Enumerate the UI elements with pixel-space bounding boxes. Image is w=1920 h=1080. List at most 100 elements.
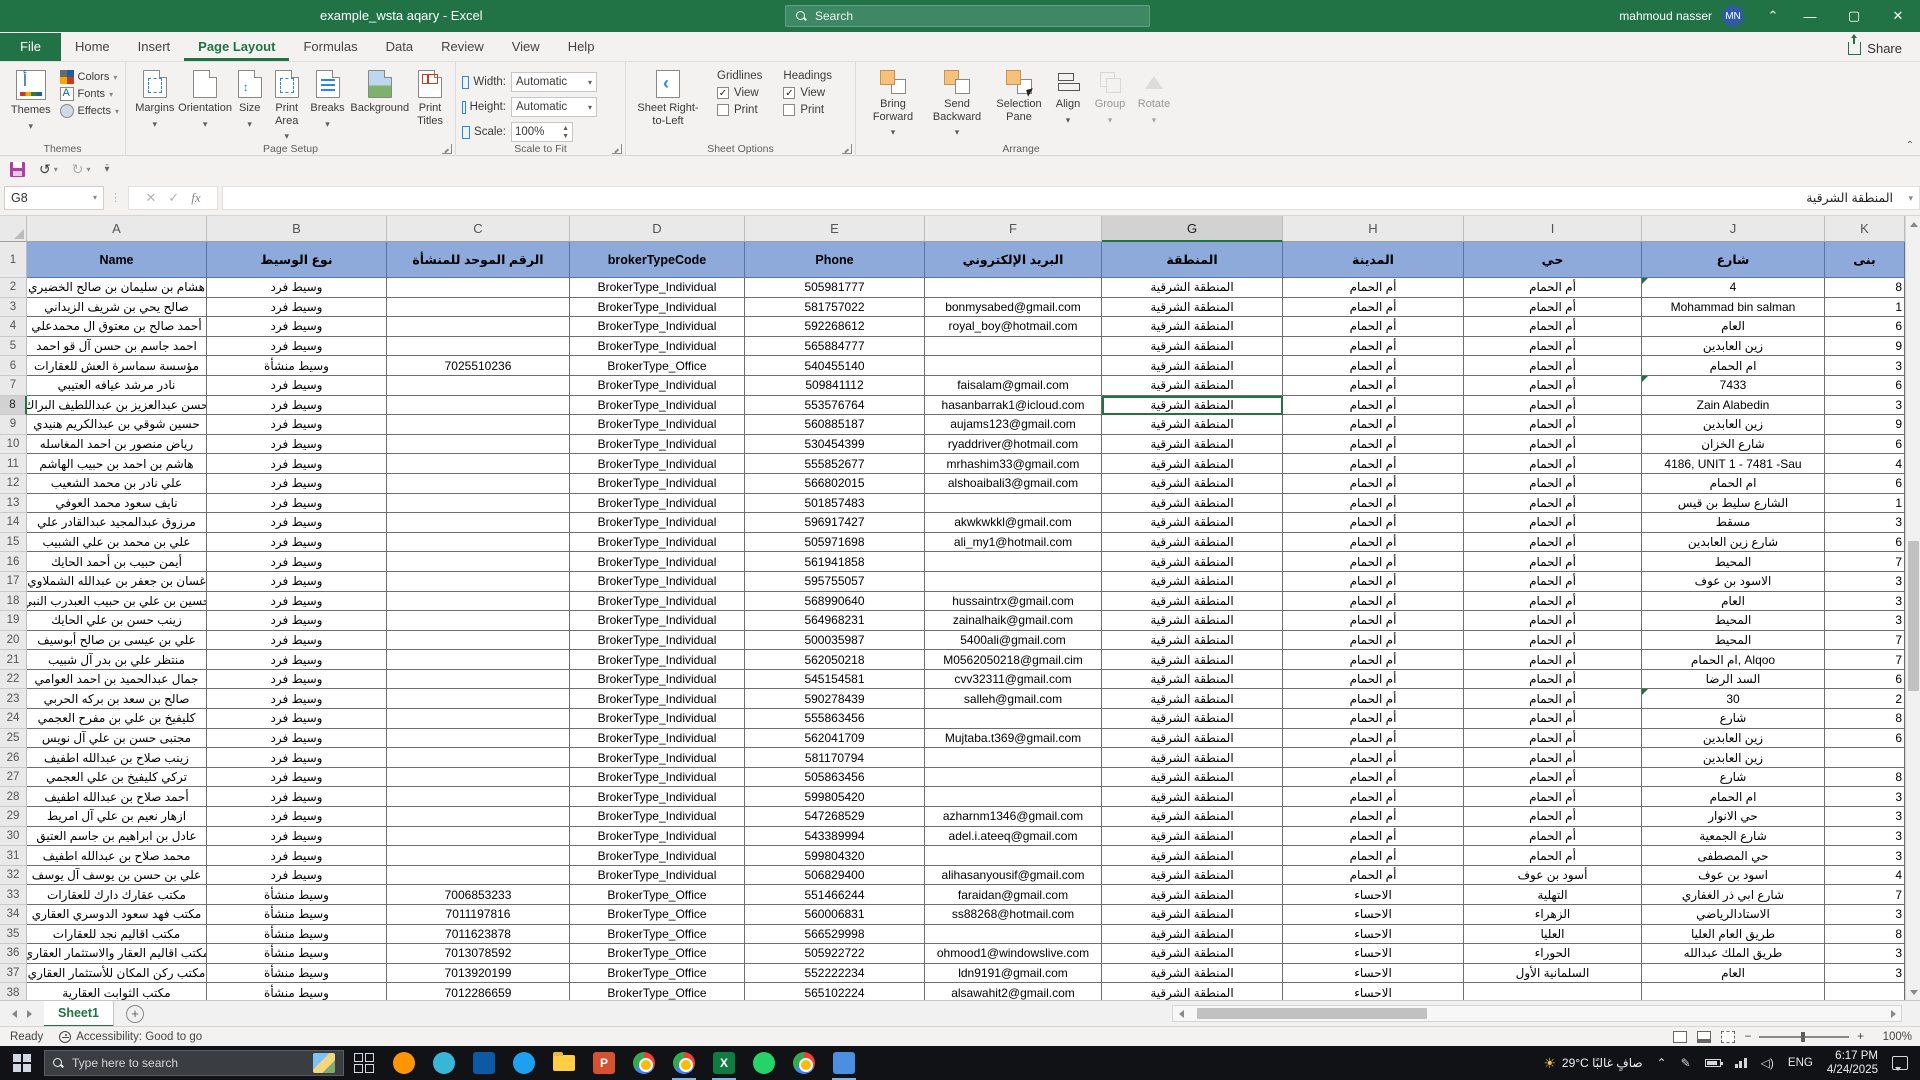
cell-F29[interactable]: azharnm1346@gmail.com (925, 807, 1102, 827)
cell-G13[interactable]: المنطقة الشرقية (1102, 494, 1283, 514)
cell-J21[interactable]: ام الحمام, Alqoo (1642, 650, 1825, 670)
cell-E18[interactable]: 568990640 (745, 592, 925, 612)
cell-H34[interactable]: الاحساء (1283, 905, 1464, 925)
cell-I34[interactable]: الزهراء (1464, 905, 1642, 925)
row-header-4[interactable]: 4 (0, 317, 27, 337)
user-name[interactable]: mahmoud nasser (1619, 9, 1712, 23)
cell-G36[interactable]: المنطقة الشرقية (1102, 944, 1283, 964)
cell-H17[interactable]: أم الحمام (1283, 572, 1464, 592)
cell-A17[interactable]: غسان بن جعفر بن عبدالله الشملاوي (27, 572, 207, 592)
cell-I13[interactable]: أم الحمام (1464, 494, 1642, 514)
cell-F27[interactable] (925, 768, 1102, 788)
title-search-box[interactable]: Search (785, 5, 1150, 27)
cell-C30[interactable] (387, 827, 570, 847)
tab-file[interactable]: File (0, 33, 61, 61)
cell-H3[interactable]: أم الحمام (1283, 298, 1464, 318)
tab-view[interactable]: View (498, 33, 554, 61)
cell-C5[interactable] (387, 337, 570, 357)
cell-A24[interactable]: كليفيخ بن علي بن مفرح العجمي (27, 709, 207, 729)
cell-E17[interactable]: 595755057 (745, 572, 925, 592)
cell-D2[interactable]: BrokerType_Individual (570, 278, 745, 298)
cell-I26[interactable]: أم الحمام (1464, 748, 1642, 768)
orientation-button[interactable]: Orientation▾ (178, 66, 233, 129)
cell-H15[interactable]: أم الحمام (1283, 533, 1464, 553)
cell-H28[interactable]: أم الحمام (1283, 787, 1464, 807)
cell-A11[interactable]: هاشم بن احمد بن حبيب الهاشم (27, 454, 207, 474)
cell-D10[interactable]: BrokerType_Individual (570, 435, 745, 455)
vertical-scrollbar-thumb[interactable] (1908, 541, 1919, 691)
cell-E24[interactable]: 555863456 (745, 709, 925, 729)
tab-review[interactable]: Review (427, 33, 498, 61)
whatsapp-icon[interactable] (744, 1046, 784, 1080)
rotate-button[interactable]: Rotate▾ (1132, 66, 1176, 125)
cell-B14[interactable]: وسيط فرد (207, 513, 387, 533)
cell-E9[interactable]: 560885187 (745, 415, 925, 435)
cell-A6[interactable]: مؤسسة سماسرة العش للعقارات (27, 356, 207, 376)
zoom-out-icon[interactable]: − (1745, 1031, 1752, 1043)
cell-H33[interactable]: الاحساء (1283, 885, 1464, 905)
cell-A20[interactable]: علي بن عيسى بن صالح أبوسيف (27, 631, 207, 651)
print-area-button[interactable]: Print Area▾ (267, 66, 307, 142)
cell-F26[interactable] (925, 748, 1102, 768)
cell-A26[interactable]: زينب صلاح بن عبدالله اطفيف (27, 748, 207, 768)
save-button[interactable] (10, 162, 25, 177)
row-header-12[interactable]: 12 (0, 474, 27, 494)
cell-B6[interactable]: وسيط منشأة (207, 356, 387, 376)
row-header-34[interactable]: 34 (0, 905, 27, 925)
cell-G9[interactable]: المنطقة الشرقية (1102, 415, 1283, 435)
row-header-7[interactable]: 7 (0, 376, 27, 396)
task-view-icon[interactable] (344, 1046, 384, 1080)
cell-J20[interactable]: المحيط (1642, 631, 1825, 651)
cell-I3[interactable]: أم الحمام (1464, 298, 1642, 318)
column-header-H[interactable]: H (1283, 216, 1464, 242)
photos-icon[interactable] (824, 1046, 864, 1080)
cell-H19[interactable]: أم الحمام (1283, 611, 1464, 631)
cell-K24[interactable]: 8 (1825, 709, 1905, 729)
show-hidden-icons-button[interactable]: ⌃ (1657, 1056, 1667, 1070)
cell-A2[interactable]: هشام بن سليمان بن صالح الخضيري (27, 278, 207, 298)
cell-H5[interactable]: أم الحمام (1283, 337, 1464, 357)
tab-formulas[interactable]: Formulas (289, 33, 371, 61)
cell-B3[interactable]: وسيط فرد (207, 298, 387, 318)
cell-B31[interactable]: وسيط فرد (207, 846, 387, 866)
colors-button[interactable]: Colors▾ (60, 70, 119, 84)
height-select[interactable]: Automatic▾ (511, 97, 597, 117)
taskbar-search-input[interactable]: Type here to search (44, 1050, 344, 1076)
cell-G30[interactable]: المنطقة الشرقية (1102, 827, 1283, 847)
cell-I38[interactable] (1464, 983, 1642, 1000)
cell-C20[interactable] (387, 631, 570, 651)
zoom-slider[interactable]: − + (1745, 1031, 1864, 1043)
gridlines-view-checkbox[interactable]: ✓View (717, 87, 762, 99)
horizontal-scrollbar[interactable] (1172, 1005, 1902, 1022)
cell-K29[interactable]: 3 (1825, 807, 1905, 827)
cell-J4[interactable]: العام (1642, 317, 1825, 337)
cell-G18[interactable]: المنطقة الشرقية (1102, 592, 1283, 612)
scroll-up-icon[interactable] (1906, 216, 1920, 232)
cell-G29[interactable]: المنطقة الشرقية (1102, 807, 1283, 827)
cell-B35[interactable]: وسيط منشأة (207, 925, 387, 945)
cell-F10[interactable]: ryaddriver@hotmail.com (925, 435, 1102, 455)
cell-E33[interactable]: 551466244 (745, 885, 925, 905)
cell-K27[interactable]: 8 (1825, 768, 1905, 788)
cell-D11[interactable]: BrokerType_Individual (570, 454, 745, 474)
headings-view-checkbox[interactable]: ✓View (783, 87, 832, 99)
cell-E7[interactable]: 509841112 (745, 376, 925, 396)
cell-E29[interactable]: 547268529 (745, 807, 925, 827)
cell-C29[interactable] (387, 807, 570, 827)
cell-F36[interactable]: ohmood1@windowslive.com (925, 944, 1102, 964)
column-header-A[interactable]: A (27, 216, 207, 242)
cell-I11[interactable]: أم الحمام (1464, 454, 1642, 474)
cell-J37[interactable]: العام (1642, 964, 1825, 984)
cell-J23[interactable]: 30 (1642, 689, 1825, 709)
internet-explorer-icon[interactable] (504, 1046, 544, 1080)
row-header-32[interactable]: 32 (0, 866, 27, 886)
sheet-nav-right-icon[interactable] (27, 1010, 32, 1018)
cell-J28[interactable]: ام الحمام (1642, 787, 1825, 807)
cell-D31[interactable]: BrokerType_Individual (570, 846, 745, 866)
cell-K31[interactable]: 3 (1825, 846, 1905, 866)
cell-H27[interactable]: أم الحمام (1283, 768, 1464, 788)
cell-G26[interactable]: المنطقة الشرقية (1102, 748, 1283, 768)
cell-A9[interactable]: حسين شوقي بن عبدالكريم هنيدي (27, 415, 207, 435)
cell-E12[interactable]: 566802015 (745, 474, 925, 494)
cell-C38[interactable]: 7012286659 (387, 983, 570, 1000)
